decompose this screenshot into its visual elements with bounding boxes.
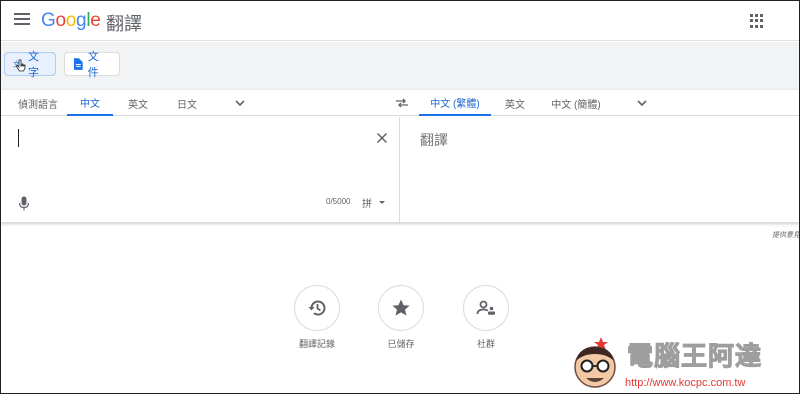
translation-placeholder: 翻譯 <box>420 132 448 148</box>
apps-grid-icon[interactable] <box>750 14 764 28</box>
swap-languages-icon[interactable] <box>395 96 409 110</box>
tab-detect-language[interactable]: 偵測語言 <box>13 90 63 116</box>
tab-target-simplified-chinese[interactable]: 中文 (簡體) <box>545 90 607 116</box>
community-label: 社群 <box>476 339 495 349</box>
text-mode-button[interactable]: 文 A 文字 <box>4 51 56 79</box>
translation-output-area: 翻譯 <box>401 117 799 223</box>
history-icon <box>308 300 326 316</box>
input-tools-button[interactable]: 拼 <box>362 195 385 210</box>
close-icon[interactable] <box>376 132 388 144</box>
tab-target-english[interactable]: 英文 <box>496 90 534 116</box>
community-icon <box>476 300 495 315</box>
saved-button[interactable] <box>378 285 424 331</box>
watermark-url: http://www.kocpc.com.tw <box>625 377 746 389</box>
history-label: 翻譯記錄 <box>298 339 335 349</box>
tab-source-japanese[interactable]: 日文 <box>167 90 207 116</box>
language-bar: 偵測語言 中文 英文 日文 中文 (繁體) 英文 中文 (簡體) <box>1 90 799 116</box>
hamburger-menu-icon[interactable] <box>14 13 30 27</box>
microphone-icon[interactable] <box>18 196 30 211</box>
text-caret <box>18 129 19 147</box>
mouse-cursor-icon <box>16 59 26 72</box>
watermark-title: 電腦王阿達 <box>626 341 763 372</box>
community-button[interactable] <box>463 285 509 331</box>
send-feedback-link[interactable]: 提供意見 <box>772 230 799 240</box>
star-icon <box>392 299 410 316</box>
mascot-icon <box>574 337 616 388</box>
chevron-down-icon[interactable] <box>635 96 649 110</box>
character-count: 0/5000 <box>326 197 351 206</box>
watermark: 電腦王阿達 http://www.kocpc.com.tw <box>567 333 799 393</box>
top-app-bar: Google 翻譯 <box>1 1 799 41</box>
source-text-area[interactable]: 0/5000 拼 <box>1 117 400 223</box>
tab-source-chinese[interactable]: 中文 <box>67 90 113 116</box>
product-name: 翻譯 <box>106 14 142 34</box>
app-window: Google 翻譯 文 A 文字 文件 偵測語言 <box>0 0 800 394</box>
document-icon <box>73 58 83 70</box>
tab-target-traditional-chinese[interactable]: 中文 (繁體) <box>419 90 491 116</box>
translator-card: 偵測語言 中文 英文 日文 中文 (繁體) 英文 中文 (簡體) 0/5000 … <box>1 90 799 223</box>
tab-source-english[interactable]: 英文 <box>118 90 158 116</box>
saved-label: 已儲存 <box>387 339 415 349</box>
caret-down-icon <box>379 201 385 204</box>
text-mode-label: 文字 <box>28 51 40 79</box>
chevron-down-icon[interactable] <box>233 96 247 110</box>
mode-toolbar: 文 A 文字 文件 <box>1 42 799 90</box>
google-logo[interactable]: Google <box>41 10 101 32</box>
history-button[interactable] <box>294 285 340 331</box>
document-mode-label: 文件 <box>87 51 99 79</box>
input-tools-label: 拼 <box>362 199 372 210</box>
document-mode-button[interactable]: 文件 <box>64 51 120 79</box>
